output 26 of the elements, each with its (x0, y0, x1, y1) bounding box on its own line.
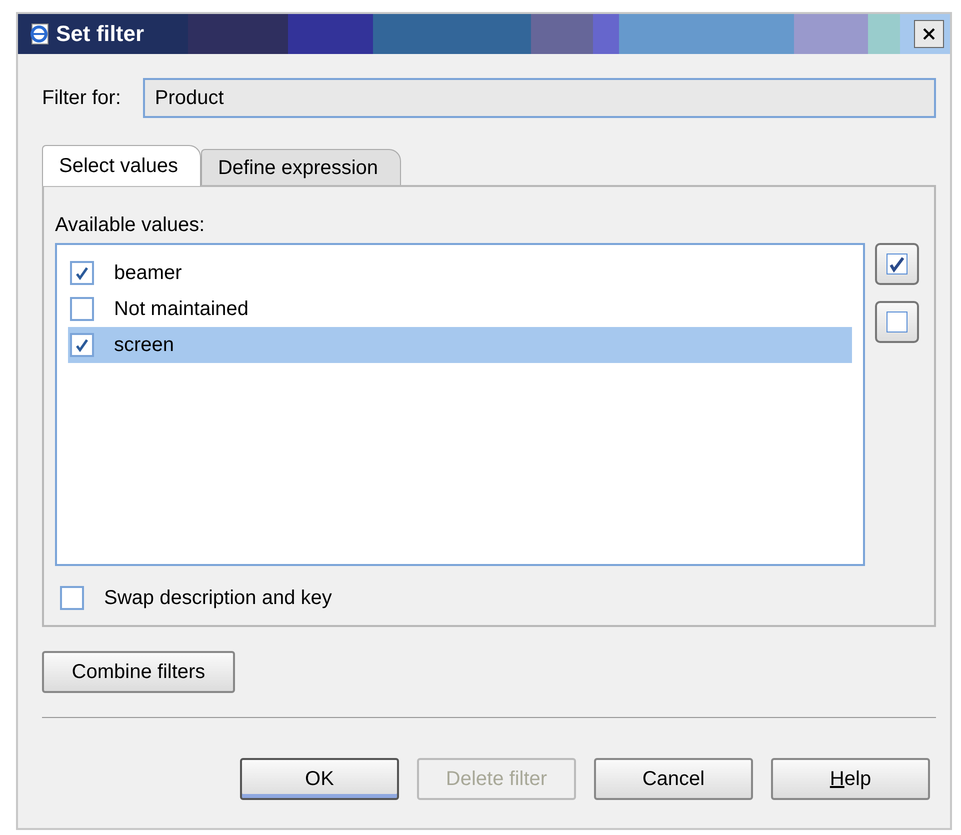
checked-box-icon (886, 253, 908, 275)
close-icon (921, 26, 937, 42)
checkbox[interactable] (70, 261, 94, 285)
checkbox[interactable] (70, 333, 94, 357)
list-item[interactable]: Not maintained (68, 291, 852, 327)
dialog-button[interactable]: Help (771, 758, 930, 800)
deselect-all-button[interactable] (875, 301, 919, 343)
dialog-button[interactable]: OK (240, 758, 399, 800)
checkmark-icon (74, 265, 90, 281)
dialog-button[interactable]: Cancel (594, 758, 753, 800)
checkbox-label: Swap description and key (104, 586, 332, 610)
checkmark-icon (74, 337, 90, 353)
combine-filters-button[interactable]: Combine filters (42, 651, 235, 693)
checkbox[interactable] (70, 297, 94, 321)
window-title: Set filter (56, 21, 144, 47)
checkbox[interactable] (60, 586, 84, 610)
list-item[interactable]: beamer (68, 255, 852, 291)
tab[interactable]: Define expression (200, 149, 402, 186)
tab[interactable]: Select values (42, 145, 201, 186)
field-label: Filter for: (42, 86, 121, 110)
filter-field[interactable]: Product (142, 78, 936, 118)
empty-box-icon (886, 311, 908, 333)
list-label: Available values: (55, 213, 206, 237)
close-button[interactable] (914, 20, 944, 48)
list-item[interactable]: screen (68, 327, 852, 363)
select-all-button[interactable] (875, 243, 919, 285)
